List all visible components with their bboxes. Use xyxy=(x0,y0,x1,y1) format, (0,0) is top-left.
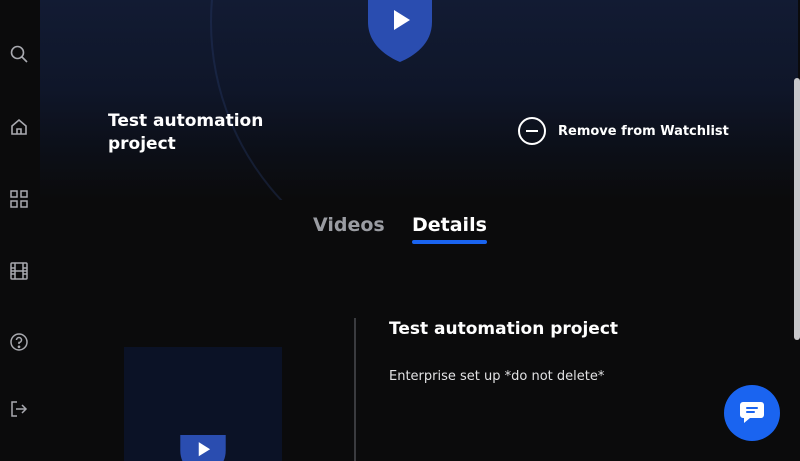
content-tabs: Videos Details xyxy=(0,214,800,254)
project-title: Test automation project xyxy=(108,111,264,154)
hero-banner: Test automation project Remove from Watc… xyxy=(40,0,798,200)
tab-videos[interactable]: Videos xyxy=(313,214,385,244)
tab-details[interactable]: Details xyxy=(412,214,487,244)
help-icon[interactable] xyxy=(8,331,30,353)
project-thumbnail xyxy=(124,347,282,461)
remove-watchlist-button[interactable]: Remove from Watchlist xyxy=(518,114,729,148)
tab-details-label: Details xyxy=(412,214,487,236)
play-shield-icon xyxy=(180,435,226,461)
page-scrollbar[interactable] xyxy=(794,78,800,340)
details-divider xyxy=(354,318,356,461)
hero-decoration xyxy=(210,0,734,200)
play-shield-icon[interactable] xyxy=(368,0,432,62)
details-description: Enterprise set up *do not delete* xyxy=(389,369,605,384)
active-tab-indicator xyxy=(412,240,487,244)
minus-circle-icon xyxy=(518,117,546,145)
film-icon[interactable] xyxy=(8,260,30,282)
details-title: Test automation project xyxy=(389,319,619,339)
home-icon[interactable] xyxy=(8,116,30,138)
remove-watchlist-label: Remove from Watchlist xyxy=(558,123,729,139)
search-icon[interactable] xyxy=(8,43,30,65)
grid-icon[interactable] xyxy=(8,188,30,210)
chat-button[interactable] xyxy=(724,385,780,441)
logout-icon[interactable] xyxy=(8,398,30,420)
chat-bubble-icon xyxy=(740,402,764,423)
